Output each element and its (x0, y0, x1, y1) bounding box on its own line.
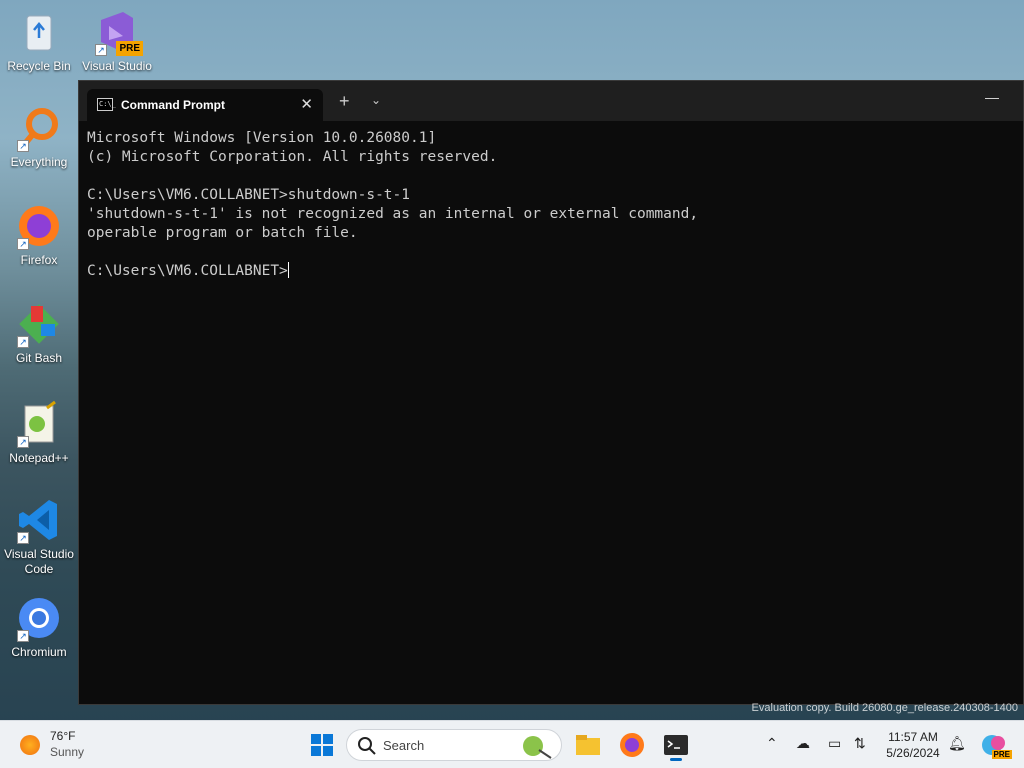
desktop-icon-label: Notepad++ (9, 451, 69, 465)
recycle-bin-icon (15, 8, 63, 56)
terminal-window[interactable]: C:\_ Command Prompt ✕ + ⌄ — Microsoft Wi… (78, 80, 1024, 705)
taskbar-search[interactable]: Search (346, 729, 562, 761)
desktop-icon-everything[interactable]: ↗ Everything (0, 104, 78, 170)
desktop-icon-vscode[interactable]: ↗ Visual Studio Code (0, 496, 78, 577)
desktop-icon-git-bash[interactable]: ↗ Git Bash (0, 300, 78, 366)
close-tab-button[interactable]: ✕ (300, 95, 313, 113)
copilot-button[interactable]: PRE (978, 729, 1012, 761)
shortcut-arrow-icon: ↗ (17, 532, 29, 544)
git-bash-icon: ↗ (15, 300, 63, 348)
command-prompt-icon: C:\_ (97, 98, 116, 111)
visual-studio-preview-icon: PRE ↗ (93, 8, 143, 56)
desktop-icon-label: Visual Studio Code (4, 547, 74, 576)
desktop-icon-visual-studio[interactable]: PRE ↗ Visual Studio (78, 8, 156, 74)
taskbar-file-explorer[interactable] (572, 729, 604, 761)
console-line: operable program or batch file. (87, 225, 358, 241)
chromium-icon: ↗ (15, 594, 63, 642)
file-explorer-icon (576, 735, 600, 755)
display-icon[interactable]: ▭ (828, 735, 841, 752)
taskbar: 76°F Sunny Search ⌃ ☁ ▭ ⇅ 11:57 AM 5/26/… (0, 720, 1024, 768)
search-placeholder: Search (383, 738, 425, 753)
title-bar[interactable]: C:\_ Command Prompt ✕ + ⌄ — (79, 81, 1023, 121)
notepad-plus-plus-icon: ↗ (15, 400, 63, 448)
console-prompt: C:\Users\VM6.COLLABNET> (87, 263, 288, 279)
desktop-icon-label: Visual Studio (82, 59, 152, 73)
firefox-icon: ↗ (15, 202, 63, 250)
taskbar-terminal[interactable] (660, 729, 692, 761)
console-prompt-line[interactable]: C:\Users\VM6.COLLABNET> (87, 262, 1015, 281)
shortcut-arrow-icon: ↗ (17, 238, 29, 250)
shortcut-arrow-icon: ↗ (17, 630, 29, 642)
tab-title: Command Prompt (121, 98, 226, 112)
desktop-icon-label: Git Bash (15, 351, 63, 365)
desktop-icon-label: Everything (10, 155, 68, 169)
shortcut-arrow-icon: ↗ (17, 336, 29, 348)
firefox-icon (620, 733, 644, 757)
shortcut-arrow-icon: ↗ (95, 44, 107, 56)
desktop-icon-label: Recycle Bin (7, 59, 71, 73)
onedrive-icon[interactable]: ☁ (796, 735, 810, 752)
copilot-preview-badge: PRE (991, 750, 1012, 759)
search-icon (358, 737, 376, 755)
console-line: 'shutdown-s-t-1' is not recognized as an… (87, 206, 699, 222)
preview-badge: PRE (116, 41, 143, 56)
weather-condition: Sunny (50, 745, 85, 759)
show-hidden-icons-button[interactable]: ⌃ (766, 735, 778, 752)
desktop-icon-notepad-plus-plus[interactable]: ↗ Notepad++ (0, 400, 78, 466)
new-tab-button[interactable]: + (339, 91, 350, 112)
minimize-button[interactable]: — (985, 89, 999, 105)
desktop-icon-label: Firefox (20, 253, 58, 267)
shortcut-arrow-icon: ↗ (17, 140, 29, 152)
clock-time: 11:57 AM (888, 730, 938, 744)
clock-date: 5/26/2024 (886, 746, 940, 760)
search-highlight-icon (523, 736, 552, 759)
start-button[interactable] (306, 729, 338, 761)
console-output[interactable]: Microsoft Windows [Version 10.0.26080.1]… (87, 129, 1015, 696)
notification-bell-icon[interactable]: 🔔︎ (948, 735, 966, 752)
desktop-icon-label: Chromium (11, 645, 67, 659)
system-clock[interactable]: 11:57 AM 5/26/2024 (878, 729, 948, 761)
console-line: C:\Users\VM6.COLLABNET>shutdown-s-t-1 (87, 187, 411, 203)
everything-search-icon: ↗ (15, 104, 63, 152)
vscode-icon: ↗ (15, 496, 63, 544)
tab-dropdown-button[interactable]: ⌄ (371, 93, 381, 107)
weather-temperature: 76°F (50, 729, 76, 743)
sunny-icon (20, 735, 40, 755)
desktop-icon-firefox[interactable]: ↗ Firefox (0, 202, 78, 268)
network-icon[interactable]: ⇅ (854, 735, 866, 752)
windows-logo-icon (311, 734, 333, 756)
shortcut-arrow-icon: ↗ (17, 436, 29, 448)
console-line: Microsoft Windows [Version 10.0.26080.1] (87, 130, 437, 146)
desktop-icon-chromium[interactable]: ↗ Chromium (0, 594, 78, 660)
terminal-icon (664, 735, 688, 761)
console-line: (c) Microsoft Corporation. All rights re… (87, 149, 498, 165)
taskbar-firefox[interactable] (616, 729, 648, 761)
text-cursor (287, 262, 289, 278)
tab-command-prompt[interactable]: C:\_ Command Prompt ✕ (87, 89, 323, 121)
desktop-icon-recycle-bin[interactable]: Recycle Bin (0, 8, 78, 74)
evaluation-watermark: Evaluation copy. Build 26080.ge_release.… (751, 702, 1018, 714)
